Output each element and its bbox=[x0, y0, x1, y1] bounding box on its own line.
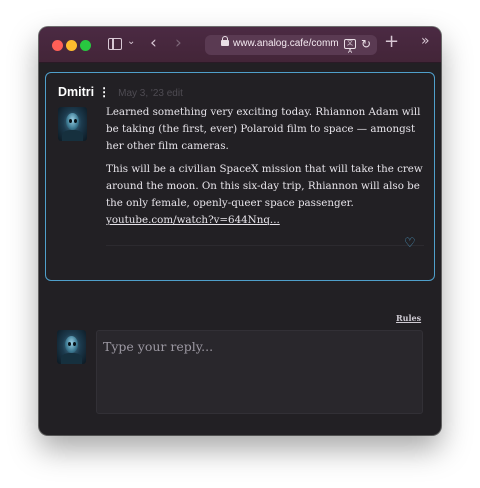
url-text[interactable]: www.analog.cafe/comm bbox=[233, 38, 343, 49]
reply-input[interactable]: Type your reply... bbox=[96, 330, 423, 414]
sidebar-icon[interactable] bbox=[108, 38, 122, 50]
chevron-down-icon[interactable]: ⌄ bbox=[127, 36, 135, 47]
kebab-icon[interactable]: ⋮ bbox=[98, 85, 110, 99]
reload-icon[interactable]: ↻ bbox=[361, 37, 371, 51]
reply-placeholder: Type your reply... bbox=[103, 339, 214, 354]
browser-window: ⌄ ‹ › www.analog.cafe/comm 文A ↻ + » Dmit… bbox=[39, 27, 441, 435]
more-tabs-icon[interactable]: » bbox=[421, 33, 430, 49]
address-bar[interactable]: www.analog.cafe/comm 文A ↻ bbox=[205, 35, 377, 55]
comment-card: Dmitri ⋮ May 3, '23 edit Learned something… bbox=[45, 72, 435, 281]
divider bbox=[106, 245, 424, 246]
rules-link[interactable]: Rules bbox=[396, 313, 421, 323]
avatar bbox=[57, 330, 86, 364]
back-icon[interactable]: ‹ bbox=[150, 33, 157, 53]
heart-icon[interactable]: ♡ bbox=[404, 236, 416, 251]
translate-icon[interactable]: 文A bbox=[344, 39, 356, 55]
browser-toolbar: ⌄ ‹ › www.analog.cafe/comm 文A ↻ + » bbox=[39, 27, 441, 63]
close-window-button[interactable] bbox=[52, 40, 63, 51]
avatar[interactable] bbox=[58, 107, 87, 141]
minimize-window-button[interactable] bbox=[66, 40, 77, 51]
comment-link[interactable]: youtube.com/watch?v=644Nnq... bbox=[106, 214, 280, 226]
comment-header: Dmitri ⋮ May 3, '23 edit bbox=[58, 83, 183, 101]
lock-icon bbox=[221, 36, 229, 46]
zoom-window-button[interactable] bbox=[80, 40, 91, 51]
comment-author[interactable]: Dmitri bbox=[58, 85, 94, 99]
comment-body: Learned something very exciting today. R… bbox=[106, 104, 424, 218]
forward-icon[interactable]: › bbox=[175, 33, 182, 53]
comment-paragraph: This will be a civilian SpaceX mission t… bbox=[106, 163, 423, 209]
new-tab-icon[interactable]: + bbox=[384, 31, 399, 52]
comment-meta: May 3, '23 edit bbox=[118, 88, 183, 99]
comment-paragraph: Learned something very exciting today. R… bbox=[106, 106, 421, 152]
